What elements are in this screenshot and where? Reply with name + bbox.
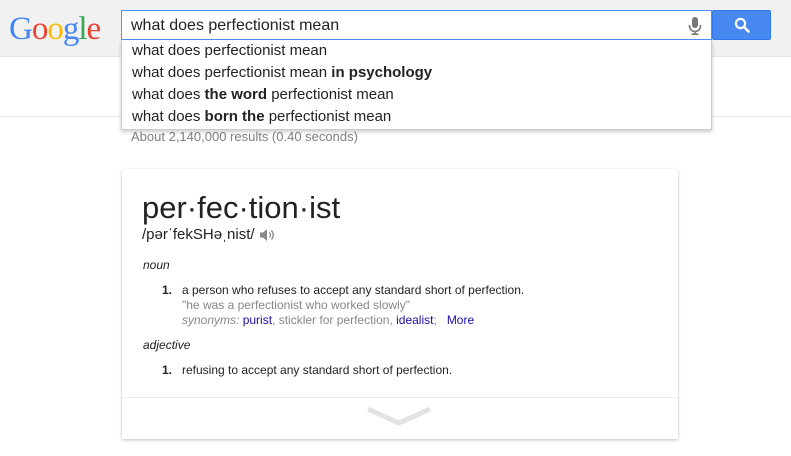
logo-letter-g: G: [9, 11, 33, 47]
part-of-speech-noun: noun: [143, 258, 170, 272]
definition-text: a person who refuses to accept any stand…: [182, 283, 525, 297]
suggestion-bold: in psychology: [331, 64, 433, 81]
results-stats: About 2,140,000 results (0.40 seconds): [131, 129, 358, 144]
speaker-icon[interactable]: [259, 228, 275, 242]
headword: per·fec·tion·ist: [142, 190, 341, 225]
definition-entry: 1. a person who refuses to accept any st…: [162, 283, 642, 331]
suggestion-text: what does perfectionist mean: [132, 64, 332, 81]
suggestion-bold: the word: [204, 86, 268, 103]
definition-number: 1.: [162, 363, 173, 377]
logo-letter-o1: o: [31, 11, 48, 47]
suggestion-item[interactable]: what does born the perfectionist mean: [122, 106, 711, 128]
more-synonyms-link[interactable]: More: [447, 313, 474, 327]
synonyms-line: synonyms: purist, stickler for perfectio…: [182, 313, 475, 327]
microphone-icon[interactable]: [688, 17, 702, 35]
definition-number: 1.: [162, 283, 173, 297]
synonym-link-purist[interactable]: purist: [243, 313, 272, 327]
suggestion-item[interactable]: what does the word perfectionist mean: [122, 84, 711, 106]
suggestion-item[interactable]: what does perfectionist mean in psycholo…: [122, 62, 711, 84]
search-button[interactable]: [712, 10, 771, 40]
suggestion-item[interactable]: what does perfectionist mean: [122, 40, 711, 62]
phonetic-text: /pərˈfekSHəˌnist/: [142, 226, 255, 243]
synonym-text: stickler for perfection: [278, 313, 390, 327]
suggestion-text: what does perfectionist mean: [132, 42, 328, 59]
logo-letter-l: l: [78, 11, 87, 47]
suggestion-text-after: perfectionist mean: [267, 86, 394, 103]
example-sentence: "he was a perfectionist who worked slowl…: [182, 298, 410, 312]
synonym-link-idealist[interactable]: idealist: [396, 313, 433, 327]
synonyms-label: synonyms:: [182, 313, 240, 327]
search-box[interactable]: [121, 10, 712, 40]
google-logo[interactable]: Google: [9, 11, 102, 47]
suggestion-bold: born the: [204, 108, 265, 125]
logo-letter-g2: g: [62, 11, 79, 47]
card-divider: [122, 397, 678, 398]
magnifier-icon: [734, 17, 750, 33]
part-of-speech-adjective: adjective: [143, 338, 191, 352]
logo-letter-e: e: [86, 11, 102, 47]
dictionary-card: per·fec·tion·ist /pərˈfekSHəˌnist/ noun …: [122, 169, 678, 439]
definition-text: refusing to accept any standard short of…: [182, 363, 453, 377]
suggestion-text-after: perfectionist mean: [264, 108, 392, 125]
definition-body: a person who refuses to accept any stand…: [182, 283, 602, 328]
pronunciation: /pərˈfekSHəˌnist/: [142, 226, 275, 243]
chevron-down-icon[interactable]: [366, 405, 432, 429]
definition-entry: 1. refusing to accept any standard short…: [162, 363, 642, 379]
logo-letter-o2: o: [47, 11, 63, 47]
autocomplete-dropdown: what does perfectionist mean what does p…: [121, 40, 712, 130]
suggestion-text: what does: [132, 108, 205, 125]
search-input[interactable]: [131, 16, 671, 36]
suggestion-text: what does: [132, 86, 205, 103]
